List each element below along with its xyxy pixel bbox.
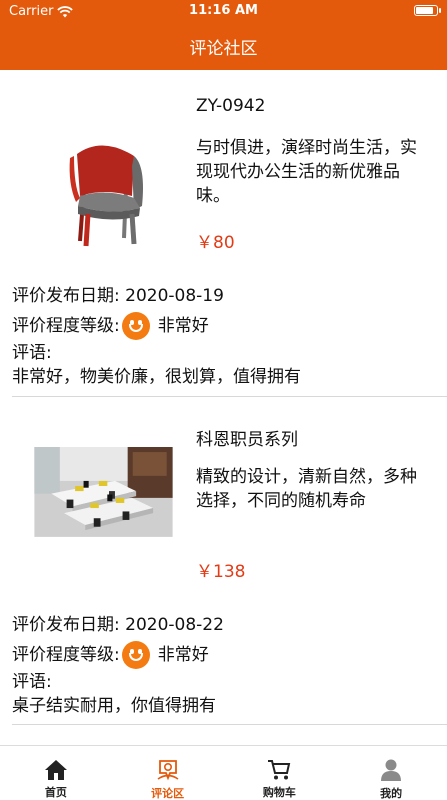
nav-header: Carrier 11:16 AM 评论社区 (0, 0, 447, 70)
review-meta: 评价发布日期: 2020-08-22 评价程度等级: 非常好 评语: 桌子结实耐… (12, 610, 432, 718)
smile-face-icon (121, 312, 150, 340)
home-icon (43, 758, 69, 781)
divider (12, 396, 447, 397)
product-price: ￥138 (196, 562, 246, 582)
review-date: 评价发布日期: 2020-08-19 (12, 286, 224, 306)
user-icon (378, 758, 404, 782)
review-card: ZY-0942 与时俱进，演绎时尚生活，实现现代办公生活的新优雅品味。 ￥80 … (0, 96, 447, 396)
comment-label: 评语: (12, 672, 52, 692)
tab-bar: 首页 评论区 购物车 我的 (0, 745, 447, 800)
tab-cart[interactable]: 购物车 (224, 746, 336, 800)
product-name: ZY-0942 (196, 96, 266, 116)
rating-label: 评价程度等级: (12, 316, 120, 336)
tab-label: 我的 (380, 787, 403, 800)
review-icon (155, 758, 181, 782)
tab-label: 评论区 (151, 787, 185, 800)
rating-text: 非常好 (157, 316, 209, 336)
review-rating: 评价程度等级: 非常好 (12, 640, 432, 670)
tab-reviews[interactable]: 评论区 (112, 746, 224, 800)
smile-face-icon (121, 641, 150, 669)
comment-label: 评语: (12, 343, 52, 363)
product-info[interactable]: 科恩职员系列 精致的设计，清新自然，多种选择，不同的随机寿命 ￥138 (0, 425, 447, 605)
cart-icon (266, 758, 292, 781)
tab-label: 购物车 (262, 786, 296, 799)
review-date: 评价发布日期: 2020-08-22 (12, 615, 224, 635)
page-title: 评论社区 (189, 39, 258, 59)
review-rating: 评价程度等级: 非常好 (12, 311, 432, 341)
rating-label: 评价程度等级: (12, 645, 120, 665)
battery-icon (414, 5, 441, 16)
status-time: 11:16 AM (189, 3, 258, 18)
comment-text: 桌子结实耐用，你值得拥有 (12, 696, 216, 716)
divider (12, 724, 447, 725)
tab-profile[interactable]: 我的 (335, 746, 447, 800)
comment-text: 非常好，物美价廉，很划算，值得拥有 (12, 367, 301, 387)
product-price: ￥80 (196, 233, 235, 253)
tab-label: 首页 (44, 786, 67, 799)
tab-home[interactable]: 首页 (0, 746, 112, 800)
product-description: 精致的设计，清新自然，多种选择，不同的随机寿命 (196, 467, 417, 511)
product-name: 科恩职员系列 (196, 430, 298, 450)
rating-text: 非常好 (157, 645, 209, 665)
status-bar: Carrier 11:16 AM (0, 0, 447, 22)
product-description: 与时俱进，演绎时尚生活，实现现代办公生活的新优雅品味。 (196, 138, 417, 206)
review-card: 科恩职员系列 精致的设计，清新自然，多种选择，不同的随机寿命 ￥138 评价发布… (0, 425, 447, 725)
office-desks-image (34, 447, 173, 537)
product-info[interactable]: ZY-0942 与时俱进，演绎时尚生活，实现现代办公生活的新优雅品味。 ￥80 (0, 96, 447, 276)
review-meta: 评价发布日期: 2020-08-19 评价程度等级: 非常好 评语: 非常好，物… (12, 281, 432, 389)
chair-image (22, 126, 185, 251)
